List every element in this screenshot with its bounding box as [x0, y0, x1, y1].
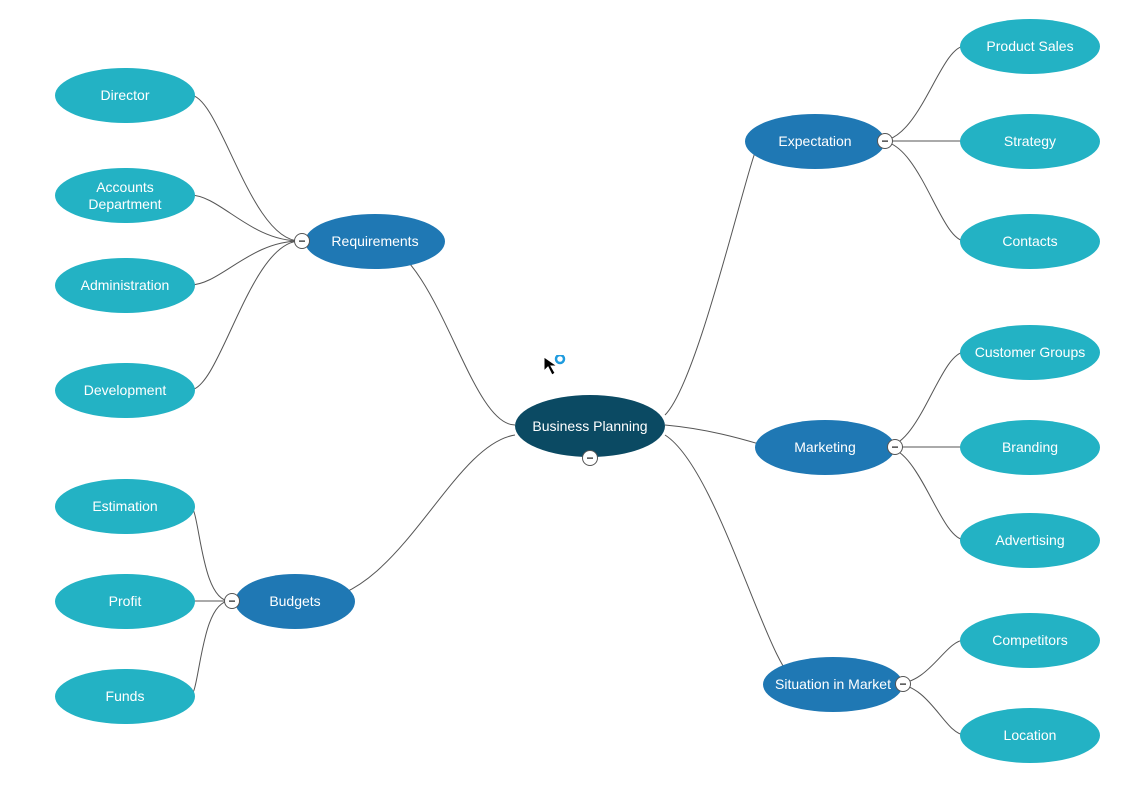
cursor-busy-icon [542, 355, 562, 375]
node-accounts-department[interactable]: Accounts Department [55, 168, 195, 223]
toggle-requirements[interactable]: − [294, 233, 310, 249]
node-strategy[interactable]: Strategy [960, 114, 1100, 169]
marketing-label: Marketing [794, 439, 855, 456]
node-contacts[interactable]: Contacts [960, 214, 1100, 269]
node-marketing[interactable]: Marketing [755, 420, 895, 475]
node-administration[interactable]: Administration [55, 258, 195, 313]
node-expectation[interactable]: Expectation [745, 114, 885, 169]
node-branding[interactable]: Branding [960, 420, 1100, 475]
toggle-situation[interactable]: − [895, 676, 911, 692]
node-customer-groups[interactable]: Customer Groups [960, 325, 1100, 380]
node-budgets[interactable]: Budgets [235, 574, 355, 629]
toggle-expectation[interactable]: − [877, 133, 893, 149]
expectation-label: Expectation [778, 133, 851, 150]
node-director[interactable]: Director [55, 68, 195, 123]
node-situation-in-market[interactable]: Situation in Market [763, 657, 903, 712]
node-competitors[interactable]: Competitors [960, 613, 1100, 668]
node-location[interactable]: Location [960, 708, 1100, 763]
node-development[interactable]: Development [55, 363, 195, 418]
node-product-sales[interactable]: Product Sales [960, 19, 1100, 74]
toggle-root[interactable]: − [582, 450, 598, 466]
root-label: Business Planning [532, 418, 647, 435]
node-funds[interactable]: Funds [55, 669, 195, 724]
node-estimation[interactable]: Estimation [55, 479, 195, 534]
node-requirements[interactable]: Requirements [305, 214, 445, 269]
toggle-budgets[interactable]: − [224, 593, 240, 609]
toggle-marketing[interactable]: − [887, 439, 903, 455]
node-advertising[interactable]: Advertising [960, 513, 1100, 568]
situation-label: Situation in Market [775, 676, 891, 693]
node-profit[interactable]: Profit [55, 574, 195, 629]
node-root[interactable]: Business Planning [515, 395, 665, 457]
requirements-label: Requirements [331, 233, 418, 250]
budgets-label: Budgets [269, 593, 320, 610]
